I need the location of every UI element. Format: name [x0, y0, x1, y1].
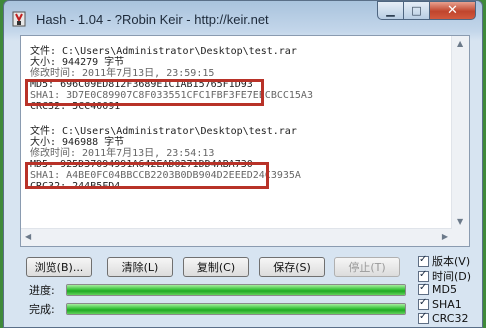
version-checkbox[interactable] [418, 254, 429, 267]
window-title: Hash - 1.04 - ?Robin Keir - http://keir.… [36, 12, 269, 27]
file2-modified: 修改时间: 2011年7月13日, 23:54:13 [30, 148, 215, 159]
scroll-left-icon[interactable]: ◀ [25, 232, 31, 241]
file2-size: 大小: 946988 字节 [30, 137, 125, 148]
file2-path: 文件: C:\Users\Administrator\Desktop\test.… [30, 126, 297, 137]
scroll-right-icon[interactable]: ▶ [442, 232, 448, 241]
file1-path: 文件: C:\Users\Administrator\Desktop\test.… [30, 46, 297, 57]
hash-output-area[interactable]: 文件: C:\Users\Administrator\Desktop\test.… [20, 35, 470, 247]
save-button[interactable]: 保存(S) [259, 257, 325, 277]
progress-bar [66, 284, 406, 296]
scroll-up-icon[interactable]: ▲ [457, 39, 463, 48]
file1-size: 大小: 944279 字节 [30, 57, 125, 68]
file1-sha1: SHA1: 3D7E0C89907C8F033551CFC1FBF3FE7EEC… [30, 90, 313, 101]
option-crc32[interactable]: CRC32 [418, 311, 468, 325]
sha1-checkbox[interactable] [418, 297, 429, 310]
hash-output-text[interactable]: 文件: C:\Users\Administrator\Desktop\test.… [21, 36, 452, 229]
file2-crc32: CRC32: 244B5FD4 [30, 181, 121, 192]
complete-bar [66, 303, 406, 315]
browse-button[interactable]: 浏览(B)... [26, 257, 92, 277]
minimize-icon: ▁ [386, 4, 395, 17]
option-sha1[interactable]: SHA1 [418, 297, 462, 311]
app-icon [12, 11, 26, 27]
time-checkbox[interactable] [418, 269, 429, 282]
copy-button[interactable]: 复制(C) [183, 257, 249, 277]
horizontal-scrollbar[interactable]: ◀ ▶ [21, 228, 452, 246]
file2-sha1: SHA1: A4BE0FC04BBCCB2203B0DB904D2EEED24C… [30, 170, 301, 181]
md5-checkbox[interactable] [418, 282, 429, 295]
progress-label: 进度: [29, 284, 55, 297]
close-button[interactable]: ✕ [430, 1, 476, 20]
title-bar[interactable]: Hash - 1.04 - ?Robin Keir - http://keir.… [4, 1, 482, 35]
file1-modified: 修改时间: 2011年7月13日, 23:59:15 [30, 68, 215, 79]
crc32-checkbox[interactable] [418, 311, 429, 324]
option-md5[interactable]: MD5 [418, 282, 457, 296]
scroll-down-icon[interactable]: ▼ [457, 217, 463, 226]
file1-crc32: CRC32: 5CC40091 [30, 101, 121, 112]
scrollbar-corner [452, 229, 469, 246]
file1-md5: MD5: 696C09ED812F3689E1C1AB15765F1D93 [30, 79, 253, 90]
stop-button[interactable]: 停止(T) [334, 257, 400, 277]
hash-window: Hash - 1.04 - ?Robin Keir - http://keir.… [3, 0, 483, 328]
minimize-button[interactable]: ▁ [377, 1, 404, 20]
close-icon: ✕ [447, 3, 458, 18]
maximize-icon: □ [411, 4, 422, 17]
complete-label: 完成: [29, 303, 55, 316]
clear-button[interactable]: 清除(L) [107, 257, 173, 277]
vertical-scrollbar[interactable]: ▲ ▼ [451, 36, 469, 229]
maximize-button[interactable]: □ [404, 1, 430, 20]
file2-md5: MD5: 925D37094991A642EAD0271DD4ABA730 [30, 159, 253, 170]
option-version[interactable]: 版本(V) [418, 253, 470, 269]
